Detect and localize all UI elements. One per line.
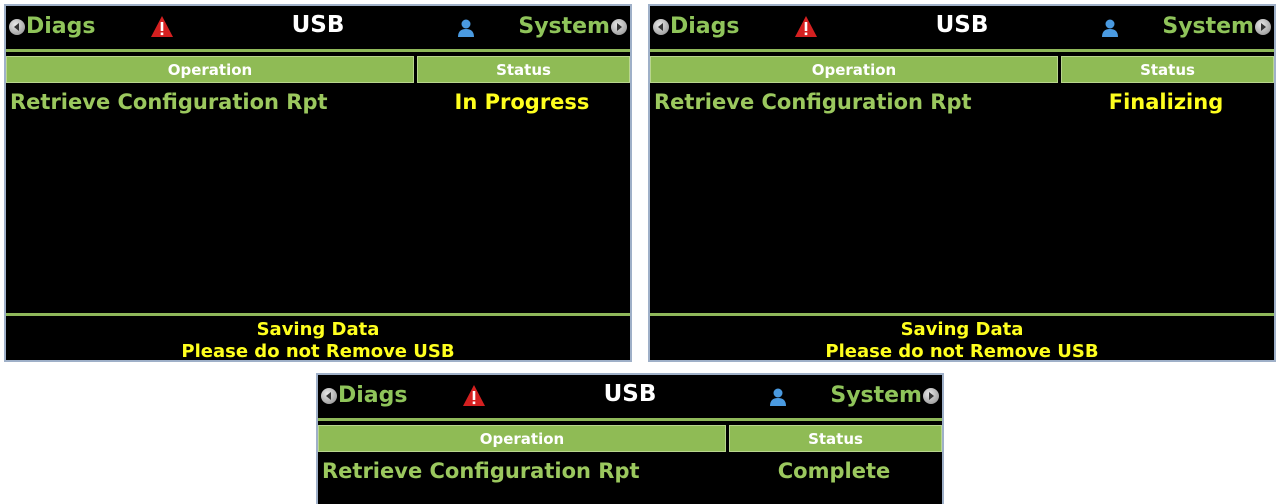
usb-screen-finalizing: Diags USB System Operation Status Retrie…	[648, 4, 1276, 362]
chevron-right-icon	[611, 18, 627, 35]
user-icon[interactable]	[456, 18, 476, 38]
status-cell: Finalizing	[1108, 90, 1224, 114]
status-footer: Saving Data Please do not Remove USB	[6, 313, 630, 362]
chevron-right-icon	[923, 387, 939, 404]
column-header-operation: Operation	[318, 425, 726, 452]
usb-screen-complete: Diags USB System Operation Status Retrie…	[316, 373, 944, 504]
footer-line-1: Saving Data	[256, 319, 380, 340]
header-bar: Diags USB System	[650, 6, 1274, 52]
footer-line-2: Please do not Remove USB	[825, 341, 1099, 362]
table-row[interactable]: Retrieve Configuration Rpt Finalizing	[650, 88, 1274, 120]
table-row[interactable]: Retrieve Configuration Rpt Complete	[318, 457, 942, 489]
operation-cell: Retrieve Configuration Rpt	[10, 90, 328, 114]
column-header-operation: Operation	[6, 56, 414, 83]
column-header-status: Status	[1061, 56, 1274, 83]
screenshot-canvas: Diags USB System Operation Status Retrie…	[0, 0, 1278, 504]
nav-system-button[interactable]: System	[830, 383, 940, 408]
table-header: Operation Status	[6, 56, 630, 83]
column-header-status: Status	[729, 425, 942, 452]
nav-system-label: System	[830, 383, 922, 408]
nav-system-button[interactable]: System	[1162, 14, 1272, 39]
nav-system-button[interactable]: System	[518, 14, 628, 39]
header-bar: Diags USB System	[318, 375, 942, 421]
header-bar: Diags USB System	[6, 6, 630, 52]
column-header-status: Status	[417, 56, 630, 83]
nav-system-label: System	[1162, 14, 1254, 39]
status-cell: In Progress	[454, 90, 590, 114]
table-header: Operation Status	[650, 56, 1274, 83]
operation-cell: Retrieve Configuration Rpt	[322, 459, 640, 483]
footer-line-2: Please do not Remove USB	[181, 341, 455, 362]
user-icon[interactable]	[1100, 18, 1120, 38]
operation-cell: Retrieve Configuration Rpt	[654, 90, 972, 114]
usb-screen-in-progress: Diags USB System Operation Status Retrie…	[4, 4, 632, 362]
column-header-operation: Operation	[650, 56, 1058, 83]
nav-system-label: System	[518, 14, 610, 39]
table-header: Operation Status	[318, 425, 942, 452]
status-footer: Saving Data Please do not Remove USB	[650, 313, 1274, 362]
table-row[interactable]: Retrieve Configuration Rpt In Progress	[6, 88, 630, 120]
footer-line-1: Saving Data	[900, 319, 1024, 340]
user-icon[interactable]	[768, 387, 788, 407]
chevron-right-icon	[1255, 18, 1271, 35]
status-cell: Complete	[777, 459, 891, 483]
